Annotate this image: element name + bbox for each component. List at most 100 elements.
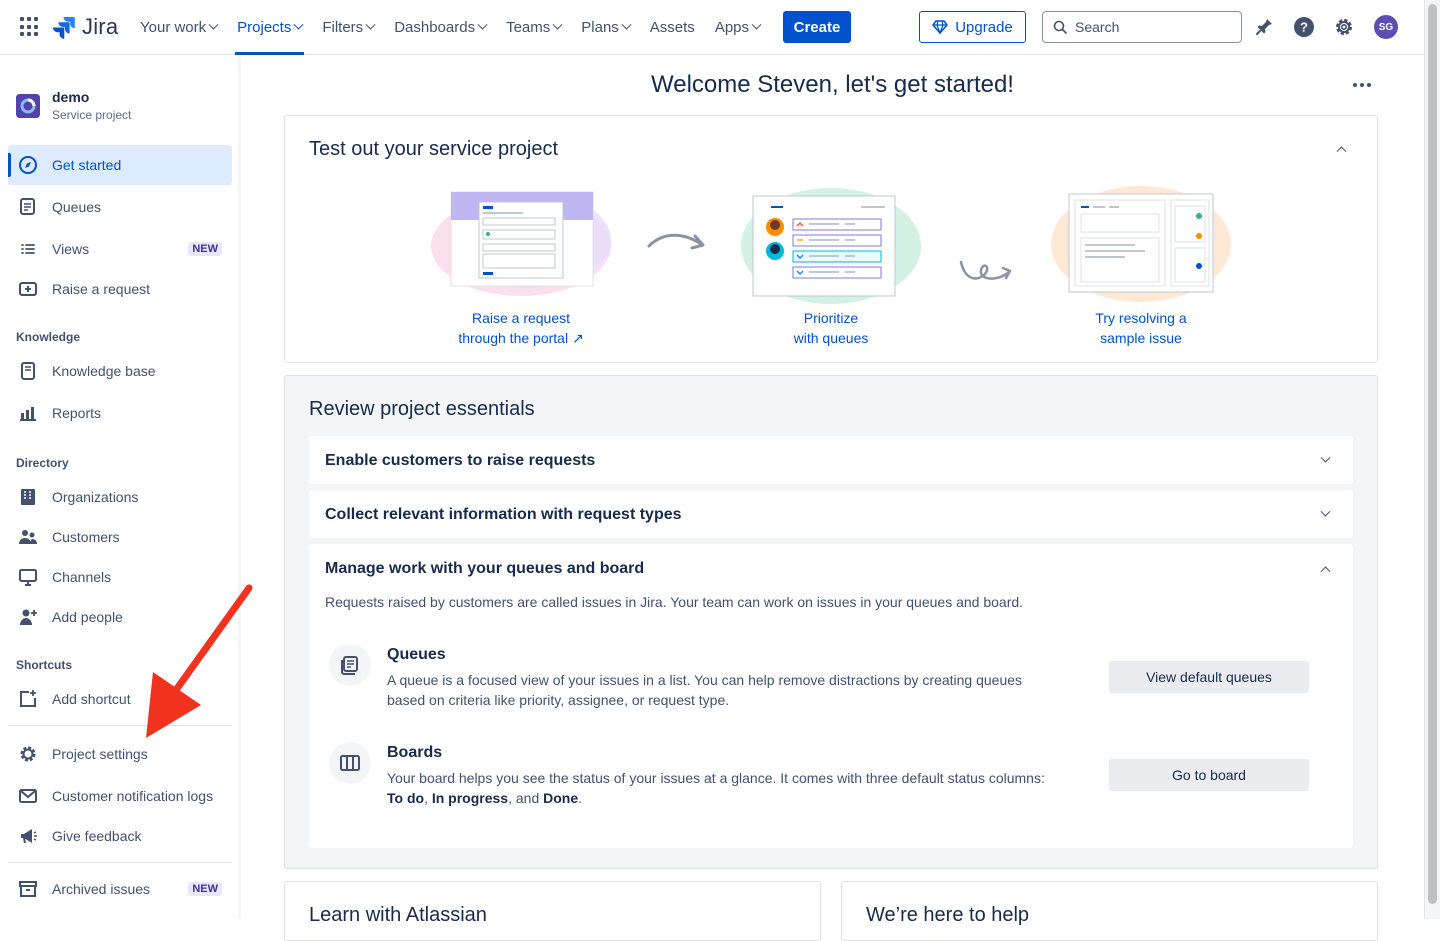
add-shortcut-icon [18, 689, 38, 709]
prioritize-link-line2[interactable]: with queues [731, 328, 931, 348]
raise-request-link[interactable]: Raise a request [421, 308, 621, 328]
chevron-up-icon[interactable] [1315, 558, 1335, 578]
project-sidebar: demo Service project Get started Queues … [0, 55, 240, 919]
sidebar-item-views[interactable]: Views NEW [8, 229, 232, 269]
accordion-enable-customers[interactable]: Enable customers to raise requests [309, 436, 1353, 484]
view-default-queues-button[interactable]: View default queues [1109, 661, 1309, 693]
chevron-down-icon[interactable] [1315, 504, 1335, 524]
project-header[interactable]: demo Service project [16, 89, 131, 122]
nav-projects[interactable]: Projects [227, 0, 312, 55]
search-icon [1053, 20, 1067, 34]
upgrade-button[interactable]: Upgrade [919, 11, 1026, 43]
svg-text:?: ? [1300, 20, 1308, 35]
diamond-icon [932, 20, 948, 35]
settings-icon[interactable] [1332, 15, 1356, 39]
nav-your-work[interactable]: Your work [130, 0, 227, 55]
chevron-down-icon [477, 19, 488, 30]
resolve-link[interactable]: Try resolving a [1041, 308, 1241, 328]
go-to-board-button[interactable]: Go to board [1109, 759, 1309, 791]
accordion-request-types[interactable]: Collect relevant information with reques… [309, 490, 1353, 538]
main-content: Welcome Steven, let's get started! Test … [241, 55, 1424, 941]
feature-description: Your board helps you see the status of y… [387, 768, 1047, 808]
sidebar-item-label: Add people [52, 609, 123, 625]
jira-logo[interactable]: Jira [52, 14, 118, 40]
search-box[interactable] [1042, 11, 1242, 43]
card-title: Review project essentials [309, 398, 535, 420]
sidebar-item-raise-request[interactable]: Raise a request [8, 269, 232, 309]
sidebar-item-organizations[interactable]: Organizations [8, 477, 232, 517]
archive-icon [18, 879, 38, 899]
sidebar-item-queues[interactable]: Queues [8, 187, 232, 227]
chevron-down-icon [621, 19, 632, 30]
compass-icon [18, 155, 38, 175]
sidebar-item-label: Project settings [52, 746, 148, 762]
sidebar-item-label: Reports [52, 405, 102, 421]
resolve-illustration [1041, 180, 1241, 308]
nav-label: Projects [237, 19, 292, 36]
prioritize-link[interactable]: Prioritize [731, 308, 931, 328]
gear-icon [18, 744, 38, 764]
sidebar-item-archived-issues[interactable]: Archived issues NEW [8, 869, 232, 909]
feature-description: A queue is a focused view of your issues… [387, 672, 1023, 708]
accordion-queues-board: Manage work with your queues and board R… [309, 544, 1353, 848]
desc-text: . [578, 790, 583, 806]
queues-icon [18, 197, 38, 217]
accordion-title[interactable]: Manage work with your queues and board [325, 560, 644, 578]
project-type: Service project [52, 108, 132, 122]
sidebar-item-customers[interactable]: Customers [8, 517, 232, 557]
loop-arrow-icon [959, 260, 1012, 280]
help-icon[interactable]: ? [1292, 15, 1316, 39]
nav-dashboards[interactable]: Dashboards [384, 0, 496, 55]
sidebar-heading-directory: Directory [16, 456, 69, 470]
sidebar-item-label: Knowledge base [52, 363, 156, 379]
create-button[interactable]: Create [783, 11, 851, 43]
step-prioritize: Prioritize with queues [731, 180, 931, 348]
sidebar-item-add-people[interactable]: Add people [8, 597, 232, 637]
logo-text: Jira [82, 14, 119, 39]
feature-title: Queues [387, 646, 446, 663]
sidebar-item-channels[interactable]: Channels [8, 557, 232, 597]
sidebar-item-project-settings[interactable]: Project settings [8, 734, 232, 774]
sidebar-item-add-shortcut[interactable]: Add shortcut [8, 679, 232, 719]
chevron-down-icon[interactable] [1315, 450, 1335, 470]
list-icon [18, 239, 38, 259]
nav-teams[interactable]: Teams [496, 0, 571, 55]
book-icon [18, 361, 38, 381]
raise-request-link-line2[interactable]: through the portal ↗ [421, 328, 621, 348]
search-input[interactable] [1075, 19, 1225, 35]
page-scrollbar[interactable] [1424, 0, 1440, 919]
chevron-down-icon [552, 19, 563, 30]
chevron-down-icon [365, 19, 376, 30]
app-switcher-icon[interactable] [20, 17, 40, 37]
jira-logo-icon [53, 17, 75, 39]
nav-assets[interactable]: Assets [640, 0, 705, 55]
nav-filters[interactable]: Filters [312, 0, 384, 55]
queues-illustration [731, 180, 931, 308]
nav-label: Plans [581, 19, 619, 36]
sidebar-divider [8, 725, 232, 726]
sidebar-item-give-feedback[interactable]: Give feedback [8, 816, 232, 856]
resolve-link-line2[interactable]: sample issue [1041, 328, 1241, 348]
nav-apps[interactable]: Apps [705, 0, 770, 55]
scrollbar-thumb[interactable] [1428, 4, 1437, 904]
nav-label: Teams [506, 19, 551, 36]
collapse-icon[interactable] [1331, 138, 1351, 158]
sidebar-divider [8, 862, 232, 863]
notifications-icon[interactable] [1252, 15, 1276, 39]
main-nav: Your work Projects Filters Dashboards Te… [130, 0, 770, 55]
chevron-down-icon [293, 19, 304, 30]
megaphone-icon [18, 826, 38, 846]
sidebar-item-notification-logs[interactable]: Customer notification logs [8, 776, 232, 816]
sidebar-item-knowledge-base[interactable]: Knowledge base [8, 351, 232, 391]
sidebar-item-reports[interactable]: Reports [8, 393, 232, 433]
more-actions-icon[interactable] [1348, 73, 1376, 97]
new-badge: NEW [188, 882, 222, 896]
sidebar-item-label: Archived issues [52, 881, 151, 897]
sidebar-item-get-started[interactable]: Get started [8, 145, 232, 185]
user-avatar[interactable]: SG [1374, 15, 1398, 39]
desc-text: , and [508, 790, 544, 806]
nav-plans[interactable]: Plans [571, 0, 640, 55]
chevron-down-icon [208, 19, 219, 30]
help-card: We’re here to help [841, 881, 1378, 941]
step-raise-request: Raise a request through the portal ↗ [421, 180, 621, 348]
